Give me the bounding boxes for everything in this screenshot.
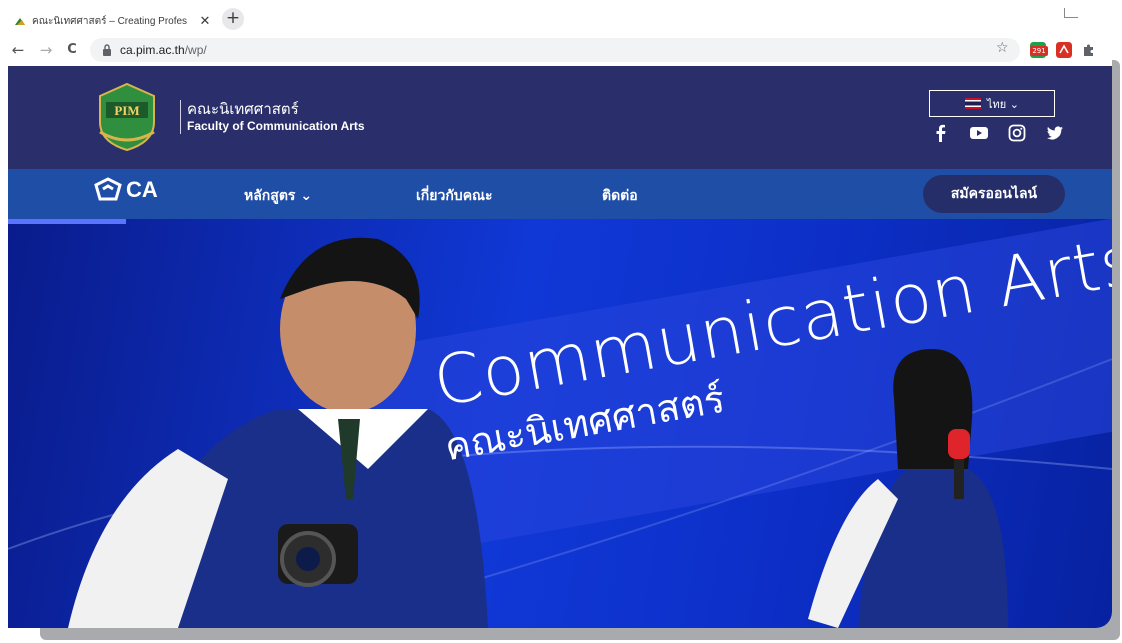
url-text: ca.pim.ac.th/wp/ xyxy=(120,43,207,57)
bookmark-star-icon[interactable]: ☆ xyxy=(996,40,1009,56)
pim-logo[interactable]: PIM xyxy=(94,82,160,152)
faculty-name-th: คณะนิเทศศาสตร์ xyxy=(187,100,299,118)
ca-label: CA xyxy=(126,177,158,202)
svg-text:PIM: PIM xyxy=(114,103,139,118)
forward-button[interactable]: → xyxy=(36,40,56,60)
apply-online-button[interactable]: สมัครออนไลน์ xyxy=(923,175,1065,213)
tab-title: คณะนิเทศศาสตร์ – Creating Profes xyxy=(32,15,188,27)
close-tab-icon[interactable]: ✕ xyxy=(198,14,212,29)
extension-badge: 291 xyxy=(1030,46,1048,56)
instagram-icon[interactable] xyxy=(1008,124,1026,142)
ca-mark-icon xyxy=(94,177,122,201)
language-label: ไทย ⌄ xyxy=(987,97,1019,111)
new-tab-button[interactable]: + xyxy=(222,8,244,30)
lock-icon xyxy=(103,44,111,56)
main-nav: CA หลักสูตร ⌄ เกี่ยวกับคณะ ติดต่อ สมัครอ… xyxy=(8,169,1112,219)
address-row: ← → C ca.pim.ac.th/wp/ ☆ 291 xyxy=(0,36,1112,66)
site-header: PIM คณะนิเทศศาสตร์ Faculty of Communicat… xyxy=(8,66,1112,169)
woman-with-microphone-image xyxy=(808,349,1008,628)
browser-tab[interactable]: คณะนิเทศศาสตร์ – Creating Profes ✕ xyxy=(6,6,220,36)
facebook-icon[interactable] xyxy=(932,124,950,142)
language-selector[interactable]: ไทย ⌄ xyxy=(929,90,1055,117)
nav-item-about[interactable]: เกี่ยวกับคณะ xyxy=(416,185,493,207)
hero-banner: Communication Arts คณะนิเทศศาสตร์ xyxy=(8,219,1112,628)
faculty-name: คณะนิเทศศาสตร์ Faculty of Communication … xyxy=(180,100,365,134)
back-button[interactable]: ← xyxy=(8,40,28,60)
extensions-puzzle-icon[interactable] xyxy=(1080,42,1096,58)
twitter-icon[interactable] xyxy=(1046,124,1064,142)
youtube-icon[interactable] xyxy=(970,124,988,142)
social-links xyxy=(932,124,1064,142)
nav-item-contact[interactable]: ติดต่อ xyxy=(602,185,638,207)
man-with-camera-image xyxy=(68,237,488,628)
reload-button[interactable]: C xyxy=(62,40,82,60)
address-bar[interactable]: ca.pim.ac.th/wp/ xyxy=(90,38,1020,62)
browser-window: คณะนิเทศศาสตร์ – Creating Profes ✕ + ← →… xyxy=(0,0,1112,628)
url-host: ca.pim.ac.th xyxy=(120,43,185,57)
nav-item-curriculum[interactable]: หลักสูตร ⌄ xyxy=(244,185,312,207)
pdf-extension-icon[interactable] xyxy=(1056,42,1072,58)
web-page: PIM คณะนิเทศศาสตร์ Faculty of Communicat… xyxy=(8,66,1112,628)
ca-logo[interactable]: CA xyxy=(94,177,158,203)
thai-flag-icon xyxy=(965,98,982,109)
tab-bar: คณะนิเทศศาสตร์ – Creating Profes ✕ + xyxy=(0,0,1112,36)
url-path: /wp/ xyxy=(184,43,207,57)
window-restore-icon[interactable] xyxy=(1064,8,1078,18)
favicon-icon xyxy=(15,18,25,25)
faculty-name-en: Faculty of Communication Arts xyxy=(187,119,365,133)
